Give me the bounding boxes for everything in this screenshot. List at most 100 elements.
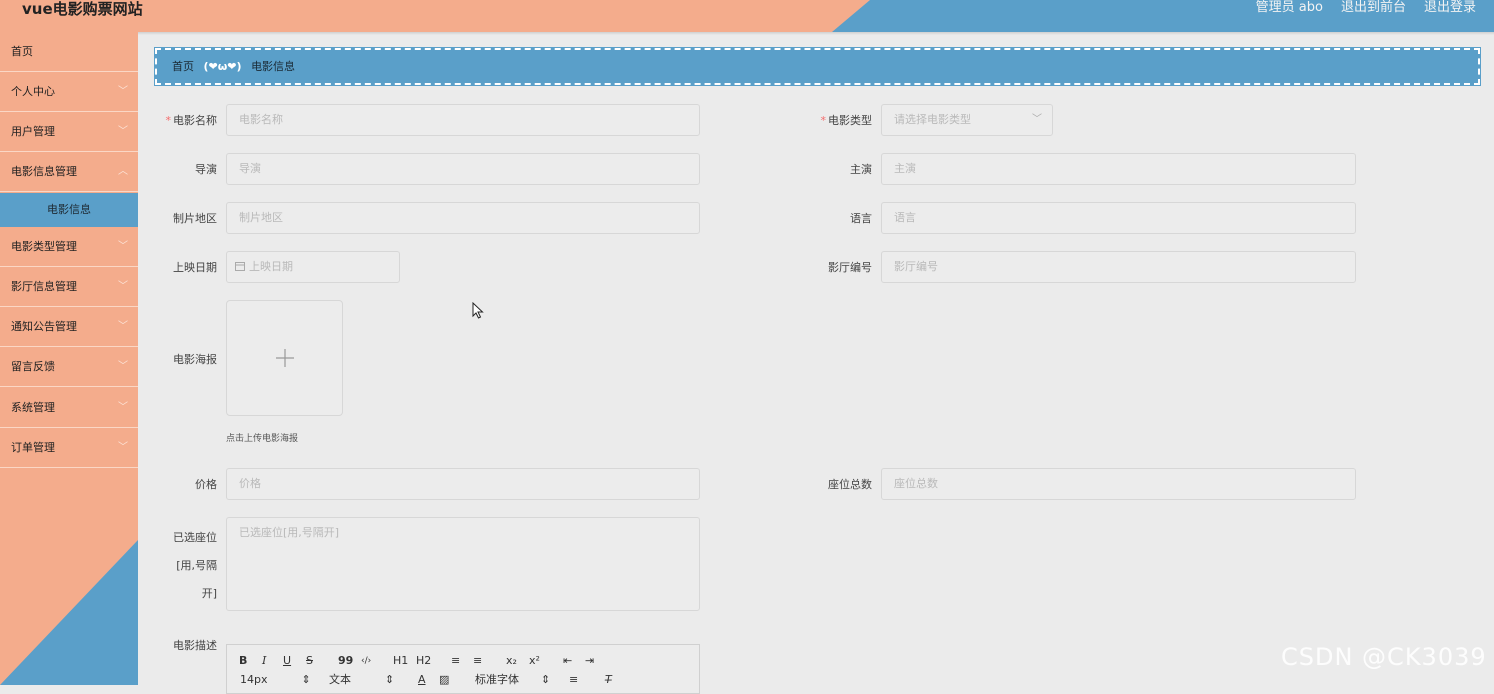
top-header: vue电影购票网站 管理员 abo 退出到前台 退出登录 <box>0 0 1494 32</box>
sidebar-item-label: 电影信息管理 <box>11 165 77 178</box>
breadcrumb-current: 电影信息 <box>251 60 296 73</box>
selected-seats-label-line: 开] <box>201 587 217 600</box>
select-arrows-icon: ⇕ <box>385 673 395 686</box>
back-to-front-link[interactable]: 退出到前台 <box>1341 0 1406 16</box>
movie-name-label-text: 电影名称 <box>173 114 217 127</box>
watermark: CSDN @CK3039 <box>1281 643 1487 671</box>
movie-type-select[interactable]: 请选择电影类型 ﹀ <box>881 104 1053 136</box>
sidebar-item-label: 电影类型管理 <box>11 240 77 253</box>
breadcrumb-separator: (❤ω❤) <box>203 60 242 73</box>
language-input[interactable]: 语言 <box>881 202 1356 234</box>
chevron-down-icon: ﹀ <box>118 241 128 252</box>
release-date-label: 上映日期 <box>173 261 217 274</box>
seats-total-label: 座位总数 <box>828 478 872 491</box>
chevron-down-icon: ﹀ <box>118 281 128 292</box>
heading2-button[interactable]: H2 <box>416 654 431 668</box>
selected-seats-label-line: [用,号隔 <box>176 559 217 572</box>
sidebar-item-label: 系统管理 <box>11 401 55 414</box>
blockquote-button[interactable]: 99 <box>338 654 353 668</box>
chevron-up-icon: ︿ <box>118 166 128 177</box>
sidebar-item-label: 订单管理 <box>11 441 55 454</box>
subscript-button[interactable]: x₂ <box>506 654 517 668</box>
movie-name-label: * 电影名称 <box>147 112 218 128</box>
logout-link[interactable]: 退出登录 <box>1424 0 1476 16</box>
chevron-down-icon: ﹀ <box>118 126 128 137</box>
chevron-down-icon: ﹀ <box>118 402 128 413</box>
price-label: 价格 <box>195 478 217 491</box>
poster-upload-tip: 点击上传电影海报 <box>226 434 299 444</box>
language-label: 语言 <box>850 212 872 225</box>
rich-text-editor[interactable]: B I U S 99 ‹/› H1 H2 ≡ ≡ x₂ x² ⇤ ⇥ 14px ⇕… <box>226 644 700 694</box>
selected-seats-label-line: 已选座位 <box>173 531 217 544</box>
sidebar-item-order-management[interactable]: 订单管理 ﹀ <box>0 428 138 468</box>
font-size-value: 14px <box>240 673 268 686</box>
header-shadow <box>0 32 1494 35</box>
admin-user-label[interactable]: 管理员 abo <box>1256 0 1323 16</box>
sidebar-item-home[interactable]: 首页 <box>0 32 138 72</box>
movie-name-input[interactable]: 电影名称 <box>226 104 700 136</box>
underline-button[interactable]: U <box>283 654 291 668</box>
chevron-down-icon: ﹀ <box>118 321 128 332</box>
bullet-list-button[interactable]: ≡ <box>473 654 482 668</box>
director-label: 导演 <box>195 163 217 176</box>
sidebar-item-hall-management[interactable]: 影厅信息管理 ﹀ <box>0 267 138 307</box>
required-mark: * <box>165 114 172 127</box>
movie-type-label-text: 电影类型 <box>828 114 872 127</box>
sidebar-item-label: 影厅信息管理 <box>11 280 77 293</box>
sidebar: 首页 个人中心 ﹀ 用户管理 ﹀ 电影信息管理 ︿ 电影信息 电影类型管理 ﹀ 影厅信息… <box>0 32 138 685</box>
sidebar-item-label: 通知公告管理 <box>11 320 77 333</box>
sidebar-item-personal-center[interactable]: 个人中心 ﹀ <box>0 72 138 112</box>
hall-number-label: 影厅编号 <box>828 261 872 274</box>
sidebar-item-label: 电影信息 <box>47 203 91 216</box>
sidebar-blue-triangle <box>0 540 138 685</box>
outdent-button[interactable]: ⇤ <box>563 654 572 668</box>
font-family-value: 标准字体 <box>475 673 519 686</box>
actor-label: 主演 <box>850 163 872 176</box>
ordered-list-button[interactable]: ≡ <box>451 654 460 668</box>
director-input[interactable]: 导演 <box>226 153 700 185</box>
selected-seats-textarea[interactable]: 已选座位[用,号隔开] <box>226 517 700 611</box>
region-input[interactable]: 制片地区 <box>226 202 700 234</box>
sidebar-item-label: 用户管理 <box>11 125 55 138</box>
breadcrumb: 首页 (❤ω❤) 电影信息 <box>154 47 1481 86</box>
movie-type-placeholder: 请选择电影类型 <box>894 113 971 126</box>
sidebar-item-label: 个人中心 <box>11 85 55 98</box>
hall-number-input[interactable]: 影厅编号 <box>881 251 1356 283</box>
chevron-down-icon: ﹀ <box>118 442 128 453</box>
poster-label: 电影海报 <box>173 353 217 366</box>
movie-type-label: * 电影类型 <box>802 112 873 128</box>
sidebar-item-label: 留言反馈 <box>11 360 55 373</box>
chevron-down-icon: ﹀ <box>118 86 128 97</box>
plus-icon <box>275 349 294 367</box>
seats-total-input[interactable]: 座位总数 <box>881 468 1356 500</box>
required-mark: * <box>820 114 827 127</box>
breadcrumb-home[interactable]: 首页 <box>172 60 194 73</box>
sidebar-item-notice-management[interactable]: 通知公告管理 ﹀ <box>0 307 138 347</box>
mouse-cursor-icon <box>472 302 484 319</box>
sidebar-subitem-movie-info[interactable]: 电影信息 <box>0 193 138 227</box>
region-label: 制片地区 <box>173 212 217 225</box>
text-style-value: 文本 <box>329 673 351 686</box>
poster-upload[interactable] <box>226 300 343 416</box>
release-date-placeholder: 上映日期 <box>249 260 293 273</box>
sidebar-item-system-management[interactable]: 系统管理 ﹀ <box>0 388 138 428</box>
sidebar-item-movie-info-management[interactable]: 电影信息管理 ︿ <box>0 152 138 192</box>
price-input[interactable]: 价格 <box>226 468 700 500</box>
actor-input[interactable]: 主演 <box>881 153 1356 185</box>
sidebar-item-user-management[interactable]: 用户管理 ﹀ <box>0 112 138 152</box>
sidebar-item-feedback[interactable]: 留言反馈 ﹀ <box>0 347 138 387</box>
code-block-button[interactable]: ‹/› <box>361 654 371 668</box>
bold-button[interactable]: B <box>239 654 247 668</box>
italic-button[interactable]: I <box>262 654 266 668</box>
indent-button[interactable]: ⇥ <box>585 654 594 668</box>
sidebar-item-movie-type-management[interactable]: 电影类型管理 ﹀ <box>0 227 138 267</box>
heading1-button[interactable]: H1 <box>393 654 408 668</box>
app-title: vue电影购票网站 <box>22 0 143 18</box>
header-nav: 管理员 abo 退出到前台 退出登录 <box>1256 0 1476 16</box>
chevron-down-icon: ﹀ <box>1032 114 1042 125</box>
selected-seats-label: 已选座位 [用,号隔 开] <box>147 524 217 608</box>
strike-button[interactable]: S <box>306 654 313 668</box>
superscript-button[interactable]: x² <box>529 654 540 668</box>
description-label: 电影描述 <box>173 639 217 652</box>
release-date-picker[interactable]: 上映日期 <box>226 251 400 283</box>
